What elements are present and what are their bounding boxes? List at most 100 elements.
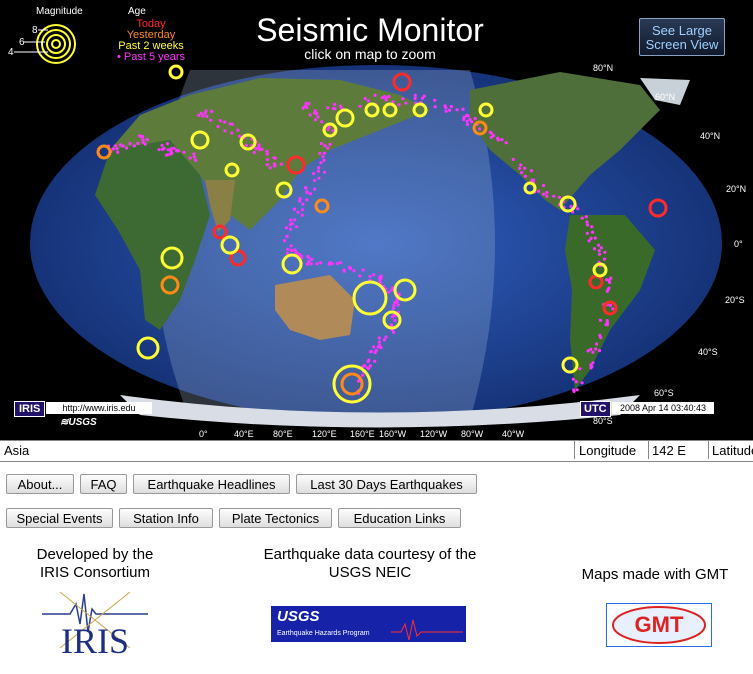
quake-dot <box>143 142 147 146</box>
quake-dot <box>448 108 452 112</box>
quake-dot <box>113 144 117 148</box>
usgs-credit-line1: Earthquake data courtesy of the <box>263 546 477 563</box>
quake-dot <box>465 122 469 127</box>
quake-dot <box>368 364 372 368</box>
quake-dot <box>473 116 477 121</box>
quake-dot <box>598 333 602 337</box>
education-links-button[interactable]: Education Links <box>338 508 461 528</box>
quake-dot <box>468 117 472 121</box>
magnitude-6-label: 6 <box>19 37 25 48</box>
quake-dot <box>382 338 386 342</box>
faq-button[interactable]: FAQ <box>80 474 127 494</box>
quake-dot <box>210 109 214 113</box>
quake-dot <box>433 105 437 109</box>
quake-dot <box>384 98 388 102</box>
lon-label: 160°E <box>350 429 375 439</box>
quake-dot <box>141 138 145 142</box>
quake-dot <box>585 231 589 235</box>
usgs-small-logo: ≋USGS <box>60 417 97 428</box>
special-events-button[interactable]: Special Events <box>6 508 113 528</box>
quake-dot <box>462 115 466 119</box>
quake-dot <box>608 280 612 284</box>
quake-dot <box>317 166 321 170</box>
longitude-value: 142 E <box>648 441 709 459</box>
quake-dot <box>136 141 140 145</box>
large-view-label-line1: See Large <box>652 23 712 38</box>
quake-dot <box>197 113 201 117</box>
quake-dot <box>290 222 294 226</box>
quake-dot <box>606 288 610 292</box>
lat-label: 40°N <box>700 131 721 141</box>
quake-dot <box>170 151 174 155</box>
quake-dot <box>188 156 192 160</box>
utc-badge: UTC <box>580 401 611 417</box>
quake-dot <box>157 148 161 152</box>
quake-dot <box>585 220 589 224</box>
quake-dot <box>591 350 595 354</box>
quake-dot <box>316 115 320 119</box>
quake-dot <box>372 273 376 277</box>
quake-dot <box>252 150 256 155</box>
quake-dot <box>119 143 123 147</box>
quake-dot <box>597 243 601 247</box>
quake-dot <box>377 336 381 340</box>
lon-label: 160°W <box>379 429 407 439</box>
quake-dot <box>223 129 227 133</box>
lat-label: 60°N <box>655 92 676 102</box>
world-map[interactable] <box>0 0 753 440</box>
quake-dot <box>292 207 296 211</box>
plate-tectonics-button[interactable]: Plate Tectonics <box>219 508 332 528</box>
quake-dot <box>378 279 382 283</box>
station-info-button[interactable]: Station Info <box>119 508 213 528</box>
quake-dot <box>586 223 590 227</box>
page-subtitle: click on map to zoom <box>304 46 436 62</box>
quake-dot <box>365 366 370 370</box>
lon-label: 0° <box>199 429 208 439</box>
large-screen-view-button[interactable]: See Large Screen View <box>639 18 725 56</box>
quake-dot <box>272 156 276 160</box>
earthquake-headlines-button[interactable]: Earthquake Headlines <box>133 474 290 494</box>
last-30-days-button[interactable]: Last 30 Days Earthquakes <box>296 474 477 494</box>
quake-dot <box>592 247 597 251</box>
quake-dot <box>591 361 595 365</box>
lat-label: 80°N <box>593 63 614 73</box>
quake-dot <box>319 161 323 165</box>
quake-dot <box>244 143 248 147</box>
quake-dot <box>542 192 546 196</box>
quake-dot <box>307 102 311 106</box>
quake-dot <box>292 218 297 222</box>
quake-dot <box>306 254 310 258</box>
usgs-logo[interactable]: USGS Earthquake Hazards Program <box>271 606 466 642</box>
quake-dot <box>496 136 500 140</box>
quake-dot <box>603 250 607 254</box>
quake-dot <box>279 162 283 166</box>
quake-dot <box>282 239 287 243</box>
quake-dot <box>333 107 337 111</box>
quake-dot <box>295 225 299 229</box>
page-title: Seismic Monitor <box>256 12 484 48</box>
quake-dot <box>605 323 610 327</box>
quake-dot <box>182 150 186 154</box>
quake-dot <box>413 96 417 101</box>
seismic-monitor-panel: Magnitude Age 8 6 4 Today Yesterday Past… <box>0 0 753 440</box>
quake-dot <box>602 257 607 261</box>
quake-dot <box>605 319 609 323</box>
iris-url-link[interactable]: http://www.iris.edu <box>46 402 152 414</box>
quake-dot <box>236 128 240 132</box>
usgs-small-text: USGS <box>68 417 97 428</box>
quake-dot <box>374 348 378 352</box>
quake-dot <box>208 118 213 122</box>
quake-dot <box>557 195 562 199</box>
quake-dot <box>590 364 594 369</box>
about-button[interactable]: About... <box>6 474 74 494</box>
quake-dot <box>169 147 173 151</box>
quake-dot <box>391 306 395 310</box>
quake-dot <box>597 349 602 353</box>
iris-logo[interactable]: IRIS <box>40 584 150 661</box>
gmt-logo[interactable]: GMT <box>606 603 712 647</box>
quake-dot <box>575 388 579 392</box>
quake-dot <box>541 183 546 188</box>
quake-dot <box>310 257 314 261</box>
quake-dot <box>303 104 307 108</box>
quake-dot <box>305 262 309 266</box>
